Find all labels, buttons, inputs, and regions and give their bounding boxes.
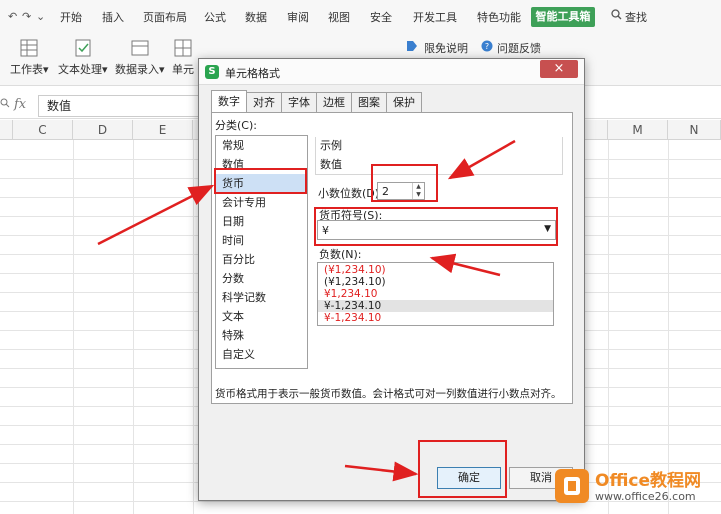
arrow-to-ok (344, 461, 419, 482)
arrow-to-decimal (447, 139, 516, 180)
arrow-to-category (97, 184, 215, 246)
arrow-to-symbol (429, 253, 501, 277)
office-logo-icon (555, 469, 589, 503)
watermark-url: www.office26.com (595, 490, 696, 503)
tab-number[interactable]: 数字 (211, 90, 247, 112)
watermark-name: Office教程网 (595, 471, 702, 491)
watermark: Office教程网 www.office26.com (555, 466, 721, 514)
annotation-arrows (97, 139, 516, 482)
